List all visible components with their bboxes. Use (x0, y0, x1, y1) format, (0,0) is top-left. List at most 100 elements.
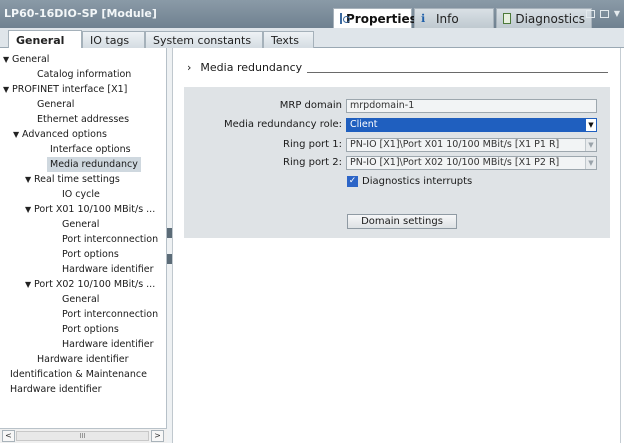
chevron-down-icon[interactable]: ▼ (3, 52, 12, 67)
nav-label: Hardware identifier (62, 339, 154, 350)
nav-label: Ethernet addresses (37, 114, 130, 125)
scroll-right-button[interactable]: > (151, 430, 164, 442)
media-redundancy-role-select[interactable]: Client (346, 118, 597, 132)
nav-item-port-x01-interconnection[interactable]: Port interconnection (62, 232, 158, 247)
tab-info-label: Info (436, 11, 459, 26)
section-divider (307, 72, 608, 73)
nav-label: Port X01 10/100 MBit/s ... (34, 204, 156, 215)
nav-label: Interface options (50, 144, 131, 155)
tab-system-constants-label: System constants (153, 33, 252, 47)
nav-item-interface-hardware-identifier[interactable]: Hardware identifier (37, 352, 129, 367)
nav-label: Port X02 10/100 MBit/s ... (34, 279, 156, 290)
media-redundancy-role-label: Media redundancy role: (224, 119, 342, 130)
nav-label: Port options (62, 324, 119, 335)
chevron-down-icon: ▼ (585, 139, 596, 151)
nav-item-catalog-information[interactable]: Catalog information (37, 67, 131, 82)
chevron-down-icon[interactable]: ▼ (585, 119, 596, 131)
nav-item-port-x02-general[interactable]: General (62, 292, 99, 307)
nav-item-port-x01-general[interactable]: General (62, 217, 99, 232)
chevron-right-icon[interactable]: › (187, 61, 191, 74)
chevron-down-icon[interactable]: ▼ (25, 202, 34, 217)
tab-system-constants[interactable]: System constants (145, 31, 263, 48)
ring-port-2-value: PN-IO [X1]\Port X02 10/100 MBit/s [X1 P2… (350, 157, 560, 168)
nav-item-port-x01-options[interactable]: Port options (62, 247, 119, 262)
nav-item-port-x02-hardware-identifier[interactable]: Hardware identifier (62, 337, 154, 352)
tab-diagnostics-label: Diagnostics (515, 11, 585, 26)
domain-settings-button[interactable]: Domain settings (347, 214, 457, 229)
ring-port-1-value: PN-IO [X1]\Port X01 10/100 MBit/s [X1 P1… (350, 139, 560, 150)
ring-port-2-label: Ring port 2: (283, 157, 342, 168)
scroll-thumb[interactable]: III (16, 431, 149, 441)
nav-splitter[interactable] (167, 48, 173, 443)
splitter-expand-handle[interactable] (167, 254, 172, 264)
nav-item-real-time-settings[interactable]: ▼ Real time settings (25, 172, 120, 187)
nav-label: Port interconnection (62, 234, 159, 245)
chevron-down-icon[interactable]: ▼ (25, 277, 34, 292)
nav-label: Hardware identifier (37, 354, 129, 365)
info-icon: ℹ (421, 12, 426, 25)
nav-item-advanced-options[interactable]: ▼ Advanced options (13, 127, 107, 142)
nav-item-media-redundancy[interactable]: Media redundancy (47, 157, 141, 172)
diagnostics-interrupts-label: Diagnostics interrupts (362, 176, 473, 187)
nav-item-profinet-interface[interactable]: ▼ PROFINET interface [X1] (3, 82, 127, 97)
nav-label: Catalog information (37, 69, 132, 80)
chevron-down-icon[interactable]: ▼ (13, 127, 22, 142)
nav-item-general[interactable]: ▼ General (3, 52, 49, 67)
tab-io-tags[interactable]: IO tags (82, 31, 145, 48)
tab-general-label: General (16, 33, 65, 47)
tab-diagnostics[interactable]: Diagnostics (496, 8, 592, 28)
nav-item-interface-general[interactable]: General (37, 97, 74, 112)
nav-horizontal-scrollbar[interactable]: < III > (0, 428, 167, 443)
nav-label: Media redundancy (50, 159, 138, 170)
tab-io-tags-label: IO tags (90, 33, 130, 47)
window-controls: ▼ (585, 10, 620, 18)
nav-item-port-x02-options[interactable]: Port options (62, 322, 119, 337)
diagnostics-interrupts-checkbox[interactable]: ✓ (347, 176, 358, 187)
nav-item-port-x01[interactable]: ▼ Port X01 10/100 MBit/s ... (25, 202, 155, 217)
nav-label: Hardware identifier (10, 384, 102, 395)
properties-icon (340, 13, 350, 24)
mrp-domain-field: mrpdomain-1 (346, 99, 597, 113)
nav-label: Advanced options (22, 129, 107, 140)
scroll-left-button[interactable]: < (2, 430, 15, 442)
tab-properties[interactable]: Properties (333, 8, 417, 28)
nav-item-port-x01-hardware-identifier[interactable]: Hardware identifier (62, 262, 154, 277)
nav-label: Hardware identifier (62, 264, 154, 275)
nav-label: IO cycle (62, 189, 100, 200)
nav-item-io-cycle[interactable]: IO cycle (62, 187, 100, 202)
chevron-down-icon[interactable]: ▼ (25, 172, 34, 187)
restore-icon[interactable] (585, 10, 595, 18)
nav-label: Port options (62, 249, 119, 260)
nav-label: General (12, 54, 50, 65)
section-title: Media redundancy (200, 61, 303, 74)
nav-item-identification-maintenance[interactable]: Identification & Maintenance (10, 367, 147, 382)
ring-port-2-select: PN-IO [X1]\Port X02 10/100 MBit/s [X1 P2… (346, 156, 597, 170)
nav-label: General (37, 99, 75, 110)
nav-label: Real time settings (34, 174, 120, 185)
chevron-down-icon[interactable]: ▼ (3, 82, 12, 97)
nav-item-port-x02-interconnection[interactable]: Port interconnection (62, 307, 158, 322)
minimize-icon[interactable] (599, 10, 609, 18)
nav-label: Identification & Maintenance (10, 369, 147, 380)
navigation-tree: ▼ General Catalog information ▼ PROFINET i… (0, 48, 167, 443)
diagnostics-icon (503, 13, 512, 24)
nav-label: Port interconnection (62, 309, 159, 320)
chevron-down-icon: ▼ (585, 157, 596, 169)
splitter-collapse-handle[interactable] (167, 228, 172, 238)
chevron-down-icon[interactable]: ▼ (614, 10, 620, 18)
inspector-titlebar: LP60-16DIO-SP [Module] Properties ℹ Info… (0, 0, 624, 28)
window-title: LP60-16DIO-SP [Module] (4, 7, 157, 20)
nav-item-port-x02[interactable]: ▼ Port X02 10/100 MBit/s ... (25, 277, 155, 292)
nav-item-ethernet-addresses[interactable]: Ethernet addresses (37, 112, 129, 127)
tab-texts[interactable]: Texts (263, 31, 314, 48)
nav-item-interface-options[interactable]: Interface options (50, 142, 131, 157)
nav-item-hardware-identifier[interactable]: Hardware identifier (10, 382, 102, 397)
nav-label: PROFINET interface [X1] (12, 84, 128, 95)
ring-port-1-label: Ring port 1: (283, 139, 342, 150)
section-header[interactable]: › Media redundancy (187, 61, 302, 74)
ring-port-1-select: PN-IO [X1]\Port X01 10/100 MBit/s [X1 P1… (346, 138, 597, 152)
role-selected-value: Client (350, 119, 378, 130)
tab-info[interactable]: ℹ Info (414, 8, 494, 28)
tab-general[interactable]: General (8, 30, 82, 49)
mrp-domain-label: MRP domain (279, 100, 342, 111)
